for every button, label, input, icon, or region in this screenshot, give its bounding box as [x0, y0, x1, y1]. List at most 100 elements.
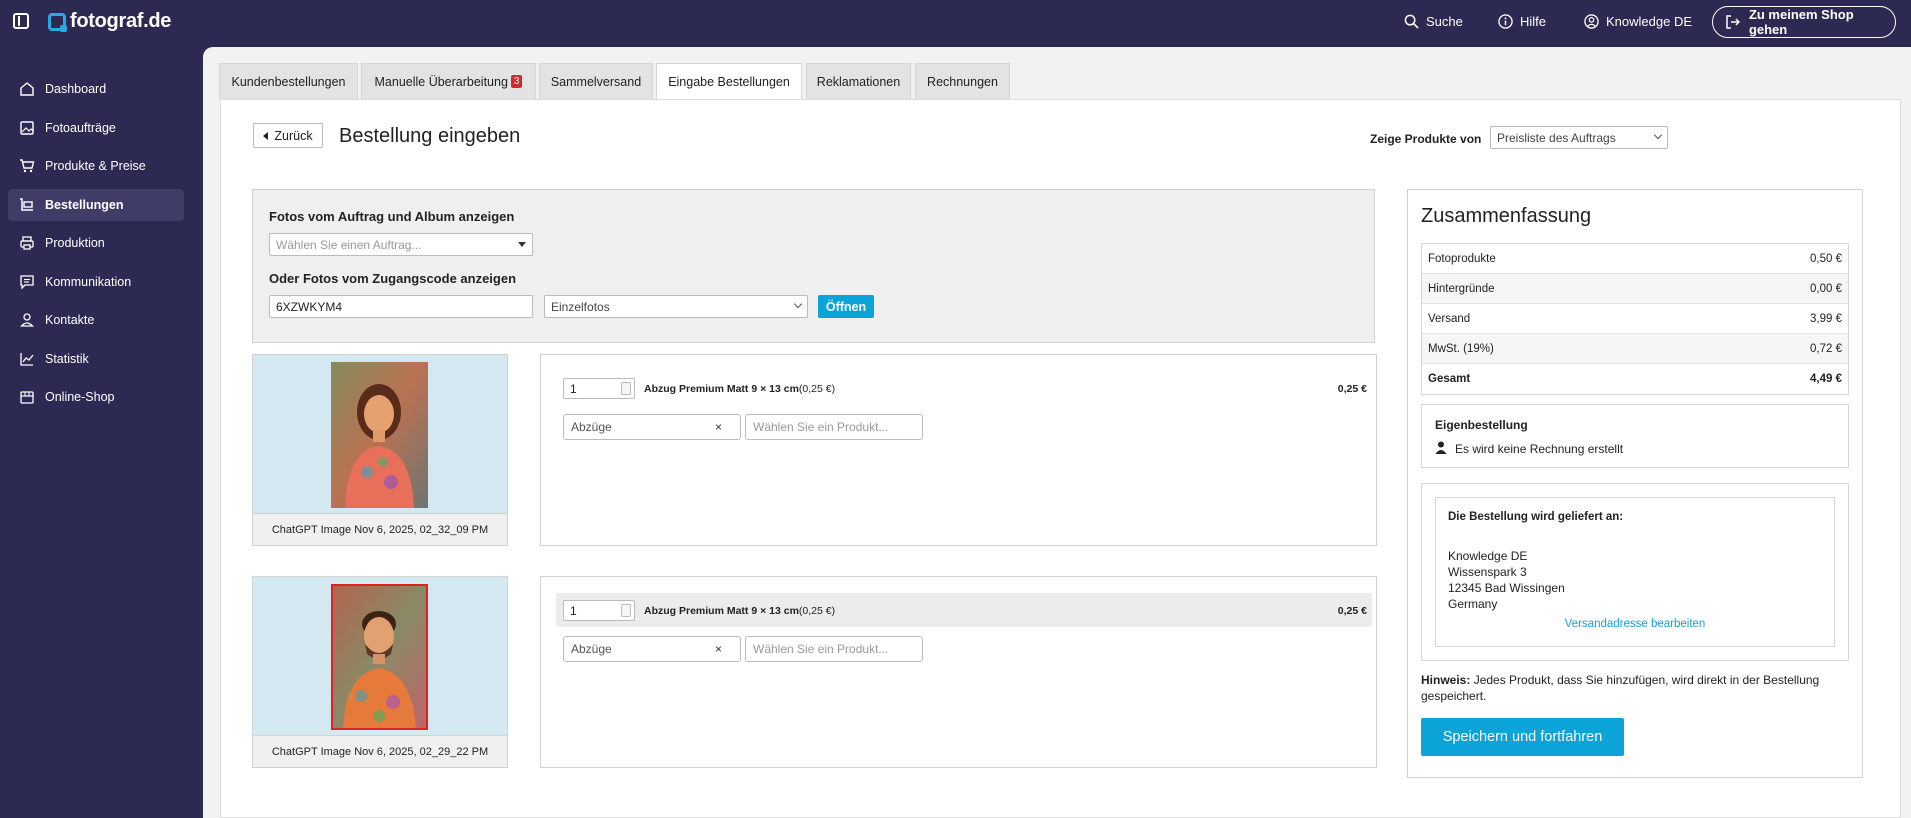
tab-label: Eingabe Bestellungen	[668, 75, 790, 89]
sidebar-item-label: Fotoaufträge	[45, 121, 116, 135]
summary-row-value: 0,72 €	[1810, 342, 1842, 355]
line-price: 0,25 €	[1337, 383, 1367, 395]
logout-icon	[1726, 15, 1741, 29]
access-code-heading: Oder Fotos vom Zugangscode anzeigen	[269, 271, 517, 286]
summary-row-value: 0,50 €	[1810, 252, 1842, 265]
back-button[interactable]: Zurück	[253, 123, 323, 148]
user-circle-icon	[1584, 14, 1599, 29]
photo-caption: ChatGPT Image Nov 6, 2025, 02_32_09 PM	[253, 513, 507, 545]
store-icon	[20, 391, 34, 404]
sidebar-item-dashboard[interactable]: Dashboard	[8, 73, 184, 105]
photo-card: ChatGPT Image Nov 6, 2025, 02_32_09 PM	[252, 354, 508, 546]
tab-eingabe-bestellungen[interactable]: Eingabe Bestellungen	[656, 63, 802, 100]
summary-title: Zusammenfassung	[1421, 205, 1592, 227]
order-select[interactable]: Wählen Sie einen Auftrag...	[269, 233, 533, 256]
summary-panel: Zusammenfassung Fotoprodukte 0,50 € Hinte…	[1407, 189, 1863, 778]
summary-row: Fotoprodukte 0,50 €	[1422, 244, 1848, 274]
summary-row-label: Gesamt	[1428, 373, 1471, 385]
tab-label: Manuelle Überarbeitung	[374, 74, 508, 89]
logo[interactable]: fotograf.de	[48, 10, 171, 33]
summary-row-label: Versand	[1428, 312, 1471, 325]
own-order-title: Eigenbestellung	[1435, 418, 1528, 432]
sidebar-item-statistik[interactable]: Statistik	[8, 343, 184, 375]
product-select-placeholder: Wählen Sie ein Produkt...	[753, 642, 889, 656]
tab-reklamationen[interactable]: Reklamationen	[806, 63, 911, 99]
category-select[interactable]: Abzüge ×	[563, 414, 741, 440]
photo-thumbnail[interactable]	[331, 362, 428, 508]
sidebar-item-label: Online-Shop	[45, 390, 115, 404]
summary-row-value: 0,00 €	[1810, 282, 1842, 295]
address-line: Germany	[1448, 597, 1498, 611]
sidebar: Dashboard Fotoaufträge Produkte & Preise…	[0, 44, 202, 818]
tab-manuelle-ueberarbeitung[interactable]: Manuelle Überarbeitung 3	[361, 63, 536, 99]
category-select[interactable]: Abzüge ×	[563, 636, 741, 662]
save-and-continue-button[interactable]: Speichern und fortfahren	[1421, 718, 1624, 756]
sidebar-item-online-shop[interactable]: Online-Shop	[8, 381, 184, 413]
delivery-address-card: Die Bestellung wird geliefert an: Knowle…	[1435, 497, 1835, 647]
access-code-input[interactable]: 6XZWKYM4	[269, 295, 533, 318]
clear-icon[interactable]: ×	[715, 420, 722, 434]
photo-source-panel: Fotos vom Auftrag und Album anzeigen Wäh…	[252, 189, 1375, 343]
help-link[interactable]: Hilfe	[1498, 14, 1546, 29]
home-icon	[20, 82, 34, 96]
tab-sammelversand[interactable]: Sammelversand	[539, 63, 653, 99]
summary-row: Hintergründe 0,00 €	[1422, 274, 1848, 304]
open-button[interactable]: Öffnen	[818, 295, 874, 318]
spinner-icon[interactable]	[621, 382, 631, 395]
photo-card: ChatGPT Image Nov 6, 2025, 02_29_22 PM	[252, 576, 508, 768]
product-select[interactable]: Wählen Sie ein Produkt...	[745, 636, 923, 662]
summary-row: Versand 3,99 €	[1422, 304, 1848, 334]
sidebar-item-kontakte[interactable]: Kontakte	[8, 304, 184, 336]
chevron-down-icon	[793, 299, 803, 309]
info-icon	[1498, 14, 1513, 29]
summary-row-value: 3,99 €	[1810, 312, 1842, 325]
caret-left-icon	[263, 131, 269, 140]
summary-row: MwSt. (19%) 0,72 €	[1422, 334, 1848, 364]
sidebar-item-label: Statistik	[45, 352, 89, 366]
search-link[interactable]: Suche	[1404, 14, 1463, 29]
go-to-shop-button[interactable]: Zu meinem Shop gehen	[1712, 6, 1896, 38]
delivery-box: Die Bestellung wird geliefert an: Knowle…	[1421, 483, 1849, 661]
edit-address-link[interactable]: Versandadresse bearbeiten	[1436, 618, 1834, 630]
sidebar-item-produkte-preise[interactable]: Produkte & Preise	[8, 150, 184, 182]
photo-thumbnail[interactable]	[331, 584, 428, 730]
product-unit-price: (0,25 €)	[798, 383, 836, 395]
price-list-select[interactable]: Preisliste des Auftrags	[1490, 126, 1668, 149]
summary-table: Fotoprodukte 0,50 € Hintergründe 0,00 € Ve…	[1421, 243, 1849, 395]
sidebar-item-label: Kontakte	[45, 313, 95, 327]
hint-text: Hinweis: Jedes Produkt, dass Sie hinzufü…	[1421, 672, 1851, 704]
spinner-icon[interactable]	[621, 604, 631, 617]
category-value: Abzüge	[571, 642, 612, 656]
hint-label: Hinweis:	[1421, 673, 1471, 687]
tab-rechnungen[interactable]: Rechnungen	[915, 63, 1010, 99]
clear-icon[interactable]: ×	[715, 642, 722, 656]
account-link[interactable]: Knowledge DE	[1584, 14, 1692, 29]
sidebar-item-label: Produkte & Preise	[45, 159, 146, 173]
image-icon	[20, 121, 34, 135]
sidebar-item-fotoauftraege[interactable]: Fotoaufträge	[8, 112, 184, 144]
product-select[interactable]: Wählen Sie ein Produkt...	[745, 414, 923, 440]
summary-row-label: Hintergründe	[1428, 282, 1495, 295]
summary-row-total: Gesamt 4,49 €	[1422, 364, 1848, 394]
logo-text: fotograf.de	[70, 10, 172, 32]
quantity-stepper[interactable]: 1	[563, 378, 635, 399]
address-line: Wissenspark 3	[1448, 565, 1527, 579]
product-name: Abzug Premium Matt 9 × 13 cm(0,25 €)	[644, 383, 835, 395]
sidebar-toggle-icon[interactable]	[13, 13, 29, 29]
summary-row-value: 4,49 €	[1810, 373, 1842, 385]
tab-kundenbestellungen[interactable]: Kundenbestellungen	[219, 63, 358, 99]
sidebar-item-bestellungen[interactable]: Bestellungen	[8, 189, 184, 221]
tab-label: Sammelversand	[550, 74, 642, 89]
product-title: Abzug Premium Matt 9 × 13 cm	[644, 383, 799, 395]
help-label: Hilfe	[1520, 14, 1547, 29]
page-title: Bestellung eingeben	[339, 125, 521, 147]
quantity-stepper[interactable]: 1	[563, 600, 635, 621]
sidebar-item-produktion[interactable]: Produktion	[8, 227, 184, 259]
sidebar-item-label: Bestellungen	[45, 198, 124, 212]
tab-label: Reklamationen	[816, 74, 901, 89]
product-unit-price: (0,25 €)	[798, 605, 836, 617]
cart-icon	[20, 159, 35, 173]
photo-type-select[interactable]: Einzelfotos	[544, 295, 808, 318]
printer-icon	[20, 236, 34, 250]
sidebar-item-kommunikation[interactable]: Kommunikation	[8, 266, 184, 298]
